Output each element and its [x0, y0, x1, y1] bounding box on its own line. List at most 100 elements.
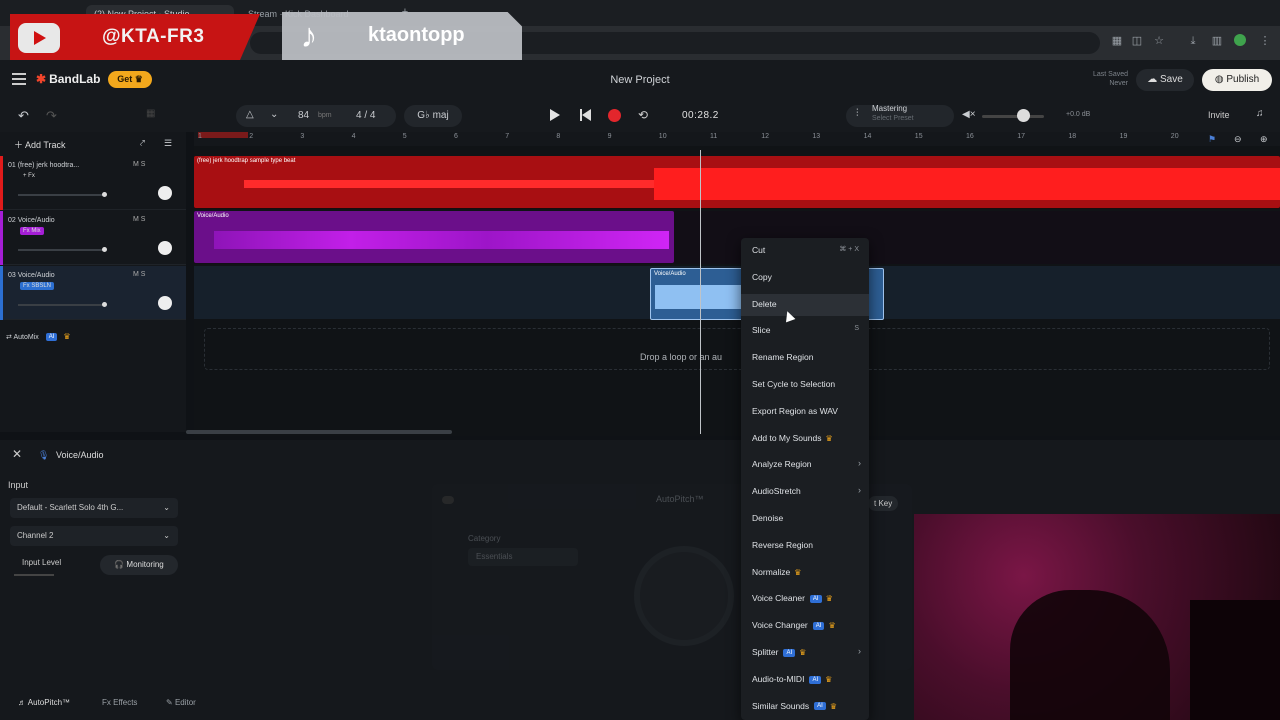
- magic-wand-icon[interactable]: ⤤: [140, 138, 145, 149]
- autopitch-knob[interactable]: [634, 546, 734, 646]
- horizontal-scrollbar[interactable]: [186, 430, 452, 434]
- track-lane-2[interactable]: Voice/Audio: [194, 211, 1280, 264]
- youtube-handle: @KTA-FR3: [102, 26, 205, 47]
- fx-badge[interactable]: + Fx: [20, 172, 38, 180]
- mastering-label[interactable]: Mastering Select Preset: [872, 104, 914, 124]
- redo-icon[interactable]: ↷: [46, 108, 57, 124]
- key-button[interactable]: t Key: [868, 496, 899, 511]
- mute-solo-buttons[interactable]: M S: [133, 271, 145, 278]
- track-head-2[interactable]: 02 Voice/Audio M S Fx Mix: [0, 211, 186, 265]
- tab-editor[interactable]: ✎ Editor: [166, 698, 196, 707]
- metronome-icon[interactable]: △: [246, 109, 254, 120]
- menu-item-label: Slice: [752, 325, 771, 336]
- master-volume-slider[interactable]: [982, 115, 1044, 118]
- track-name[interactable]: 01 (free) jerk hoodtra...: [8, 162, 79, 169]
- menu-item-reverse-region[interactable]: Reverse Region: [741, 535, 869, 557]
- chevron-right-icon: ›: [858, 646, 861, 656]
- fx-badge[interactable]: Fx SBSLN: [20, 282, 55, 290]
- audio-region[interactable]: (free) jerk hoodtrap sample type beat: [194, 156, 1280, 208]
- ai-badge: AI: [812, 621, 825, 630]
- cast-icon[interactable]: ◫: [1130, 34, 1144, 48]
- drop-zone[interactable]: [204, 328, 1270, 370]
- bpm-value[interactable]: 84: [298, 110, 309, 121]
- track-head-1[interactable]: 01 (free) jerk hoodtra... M S + Fx: [0, 156, 186, 210]
- ruler-tick-label: 4: [351, 133, 356, 140]
- add-track-button[interactable]: ＋ Add Track: [14, 138, 66, 151]
- track-volume-slider[interactable]: [18, 302, 107, 307]
- playhead[interactable]: [700, 150, 701, 434]
- arrangement-view[interactable]: (free) jerk hoodtrap sample type beat Vo…: [194, 146, 1280, 436]
- menu-item-similar-sounds[interactable]: Similar Sounds AI ♛: [741, 696, 869, 718]
- menu-item-audiostretch[interactable]: AudioStretch ›: [741, 481, 869, 503]
- undo-icon[interactable]: ↶: [18, 108, 29, 124]
- loop-range-marker[interactable]: [198, 132, 248, 138]
- category-select[interactable]: Essentials: [468, 548, 578, 566]
- rewind-button[interactable]: [580, 109, 592, 121]
- pan-knob[interactable]: [158, 186, 172, 200]
- zoom-in-icon[interactable]: ⊕: [1260, 134, 1268, 145]
- track-lane-3[interactable]: Voice/Audio: [194, 266, 1280, 320]
- zoom-out-icon[interactable]: ⊖: [1234, 134, 1242, 145]
- track-name[interactable]: 03 Voice/Audio: [8, 272, 55, 279]
- extensions-icon[interactable]: ▦: [1110, 34, 1124, 48]
- kebab-menu-icon[interactable]: ⋮: [1258, 34, 1272, 48]
- mute-solo-buttons[interactable]: M S: [133, 161, 145, 168]
- menu-item-voice-cleaner[interactable]: Voice Cleaner AI ♛: [741, 588, 869, 610]
- track-head-3[interactable]: 03 Voice/Audio M S Fx SBSLN: [0, 266, 186, 320]
- channel-select[interactable]: Channel 2 ⌄: [10, 526, 178, 546]
- menu-item-rename-region[interactable]: Rename Region: [741, 347, 869, 369]
- grid-icon[interactable]: ▦: [146, 108, 155, 119]
- download-icon[interactable]: ⤓: [1186, 34, 1200, 48]
- timeline-ruler[interactable]: 1 2 3 4 5 6 7 8 9 10 11 12 13 14 15 16 17 18 19 20 ⚑ ⊖ ⊕: [194, 132, 1280, 146]
- profile-avatar[interactable]: [1234, 34, 1246, 46]
- mute-solo-buttons[interactable]: M S: [133, 216, 145, 223]
- key-selector[interactable]: G♭ maj: [404, 105, 462, 127]
- menu-item-denoise[interactable]: Denoise: [741, 508, 869, 530]
- menu-item-slice[interactable]: Slice S: [741, 320, 869, 342]
- track-volume-slider[interactable]: [18, 247, 107, 252]
- menu-item-splitter[interactable]: Splitter AI ♛ ›: [741, 642, 869, 664]
- fx-badge[interactable]: Fx Mix: [20, 227, 44, 235]
- track-color-bar: [0, 266, 3, 320]
- track-settings-icon[interactable]: ☰: [164, 138, 172, 149]
- play-button[interactable]: [550, 109, 560, 121]
- publish-button[interactable]: ◍ Publish: [1202, 69, 1272, 91]
- menu-item-voice-changer[interactable]: Voice Changer AI ♛: [741, 615, 869, 637]
- menu-item-export-region-as-wav[interactable]: Export Region as WAV: [741, 401, 869, 423]
- record-button[interactable]: [608, 109, 621, 122]
- monitoring-button[interactable]: 🎧 Monitoring: [100, 555, 178, 575]
- track-lane-1[interactable]: (free) jerk hoodtrap sample type beat: [194, 156, 1280, 209]
- menu-item-label: Set Cycle to Selection: [752, 379, 836, 389]
- menu-item-add-to-my-sounds[interactable]: Add to My Sounds ♛: [741, 428, 869, 450]
- chevron-down-icon[interactable]: ⌄: [270, 109, 278, 120]
- automix-row[interactable]: ⇄ AutoMix AI ♛: [6, 332, 70, 342]
- master-volume-handle[interactable]: [1017, 109, 1030, 122]
- notification-bell-icon[interactable]: ♫: [1256, 108, 1264, 119]
- save-button[interactable]: ☁ Save: [1136, 69, 1194, 91]
- pan-knob[interactable]: [158, 241, 172, 255]
- menu-item-delete[interactable]: Delete: [741, 293, 869, 316]
- autopitch-toggle[interactable]: [442, 496, 454, 504]
- loop-icon[interactable]: ⟲: [638, 108, 648, 122]
- sidebar-icon[interactable]: ▥: [1210, 34, 1224, 48]
- track-name[interactable]: 02 Voice/Audio: [8, 217, 55, 224]
- tab-autopitch[interactable]: ♬ AutoPitch™: [18, 698, 70, 707]
- snap-icon[interactable]: ⚑: [1208, 134, 1216, 145]
- audio-region[interactable]: Voice/Audio: [194, 211, 674, 263]
- menu-item-set-cycle-to-selection[interactable]: Set Cycle to Selection: [741, 374, 869, 396]
- ai-badge: AI: [809, 595, 822, 604]
- invite-button[interactable]: Invite: [1208, 110, 1230, 120]
- menu-item-cut[interactable]: Cut ⌘ + X: [741, 240, 869, 262]
- input-device-select[interactable]: Default - Scarlett Solo 4th G... ⌄: [10, 498, 178, 518]
- close-icon[interactable]: ✕: [12, 447, 22, 461]
- bookmark-star-icon[interactable]: ☆: [1152, 34, 1166, 48]
- menu-item-analyze-region[interactable]: Analyze Region ›: [741, 454, 869, 476]
- pan-knob[interactable]: [158, 296, 172, 310]
- menu-item-normalize[interactable]: Normalize ♛: [741, 562, 869, 584]
- time-signature[interactable]: 4 / 4: [356, 110, 375, 121]
- speaker-mute-icon[interactable]: ◀×: [962, 109, 976, 120]
- menu-item-copy[interactable]: Copy: [741, 267, 869, 289]
- tab-effects[interactable]: Fx Effects: [102, 698, 137, 707]
- track-volume-slider[interactable]: [18, 192, 107, 197]
- menu-item-audio-to-midi[interactable]: Audio-to-MIDI AI ♛: [741, 669, 869, 691]
